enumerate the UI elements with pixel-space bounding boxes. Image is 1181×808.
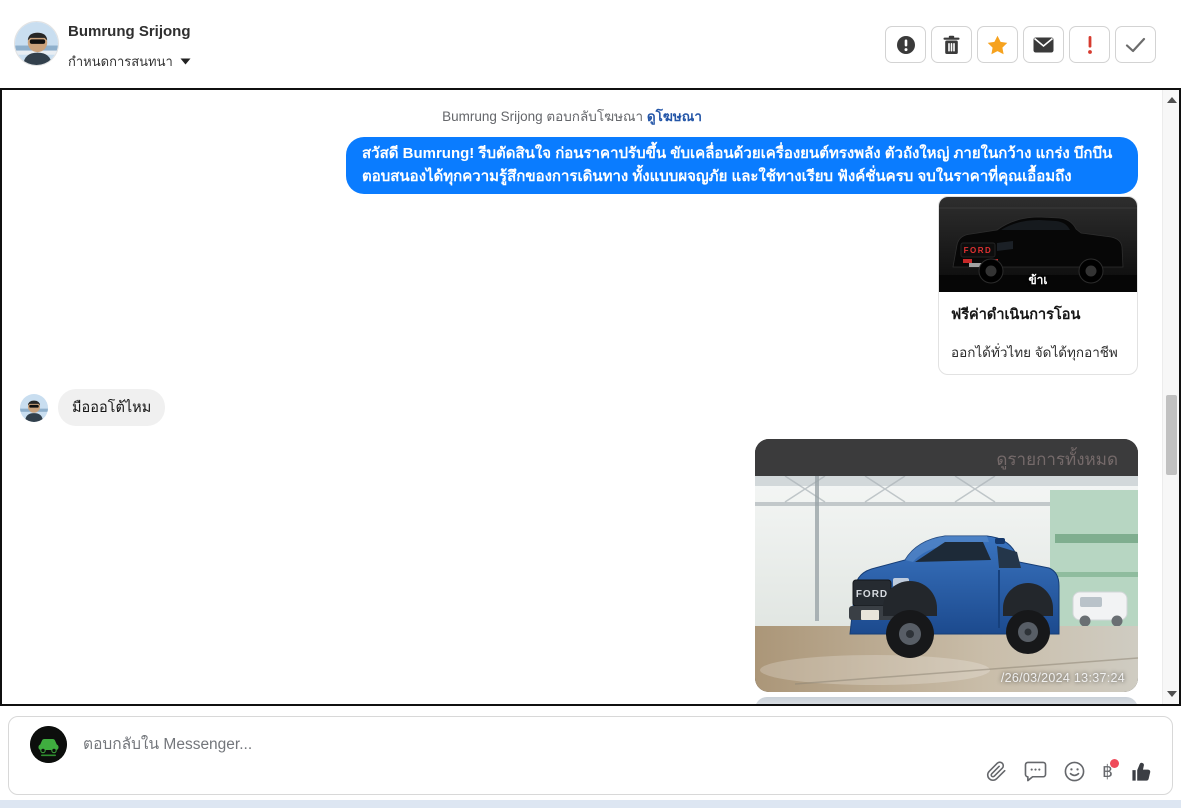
- photo-top-band: ดูรายการทั้งหมด: [755, 439, 1138, 476]
- avatar-photo: [15, 22, 58, 65]
- reply-input[interactable]: [83, 733, 923, 757]
- like-button[interactable]: [1130, 760, 1154, 783]
- notification-dot: [1110, 759, 1119, 768]
- exclamation-icon: [1087, 35, 1092, 54]
- smiley-icon: [1064, 761, 1085, 782]
- message-thread: Bumrung Srijong ตอบกลับโฆษณา ดูโฆษณา สวั…: [0, 88, 1181, 706]
- paperclip-icon: [987, 761, 1006, 782]
- ad-context-text: Bumrung Srijong ตอบกลับโฆษณา: [442, 109, 644, 124]
- contact-name: Bumrung Srijong: [68, 23, 191, 40]
- conversation-actions: [885, 26, 1156, 63]
- chat-scrollbar[interactable]: [1162, 90, 1179, 704]
- conversation-header: Bumrung Srijong กำหนดการสนทนา: [0, 0, 1181, 88]
- exclamation-circle-icon: [896, 35, 915, 54]
- star-icon: [987, 35, 1008, 54]
- blue-truck-image: FORD: [755, 476, 1138, 692]
- thumbs-up-icon: [1132, 762, 1151, 781]
- emoji-button[interactable]: [1064, 761, 1085, 782]
- important-button[interactable]: [1069, 26, 1110, 63]
- attach-button[interactable]: [986, 761, 1007, 782]
- report-button[interactable]: [885, 26, 926, 63]
- photo-truck-brand: FORD: [856, 589, 888, 600]
- delete-button[interactable]: [931, 26, 972, 63]
- conversation-menu-button[interactable]: กำหนดการสนทนา: [68, 51, 191, 72]
- scroll-up-arrow-icon[interactable]: [1167, 97, 1177, 103]
- outgoing-message-bubble: สวัสดี Bumrung! รีบตัดสินใจ ก่อนราคาปรับ…: [346, 137, 1138, 194]
- ad-card-title: ฟรีค่าดำเนินการโอน: [951, 307, 1081, 323]
- card-truck-brand: FORD: [964, 246, 993, 255]
- ad-card-image: FORD ข้าเ: [939, 197, 1137, 292]
- avatar[interactable]: [14, 21, 59, 66]
- composer-toolbar: ฿: [986, 759, 1154, 783]
- ad-context-line: Bumrung Srijong ตอบกลับโฆษณา ดูโฆษณา: [2, 105, 1142, 127]
- saved-replies-button[interactable]: [1024, 761, 1047, 782]
- message-button[interactable]: [1023, 26, 1064, 63]
- conversation-menu-label: กำหนดการสนทนา: [68, 54, 173, 69]
- ad-card-subtitle: ออกได้ทั่วไทย จัดได้ทุกอาชีพ: [951, 345, 1118, 360]
- ad-card-attachment[interactable]: FORD ข้าเ ฟรีค่าดำเนินการโอน ออกได้ทั่วไ…: [938, 196, 1138, 375]
- page-avatar: [30, 726, 67, 763]
- done-button[interactable]: [1115, 26, 1156, 63]
- photo-overlay-text: ดูรายการทั้งหมด: [996, 450, 1118, 469]
- caret-down-icon: [180, 58, 191, 65]
- incoming-message-row: มือออโต้ไหม: [20, 389, 166, 426]
- horizontal-scrollbar-track: [0, 800, 1181, 808]
- trash-icon: [943, 35, 960, 54]
- scrollbar-thumb[interactable]: [1166, 395, 1177, 475]
- next-photo-attachment-partial[interactable]: [755, 697, 1138, 704]
- avatar: [20, 393, 48, 422]
- photo-attachment[interactable]: ดูรายการทั้งหมด FORD /26/03/2024 13:37:2…: [755, 439, 1138, 692]
- envelope-icon: [1033, 37, 1054, 52]
- incoming-message-bubble: มือออโต้ไหม: [58, 389, 166, 426]
- page-logo-car-icon: [30, 726, 67, 763]
- reply-composer: ฿: [8, 716, 1173, 795]
- photo-timestamp: /26/03/2024 13:37:24: [1000, 671, 1125, 685]
- scroll-down-arrow-icon[interactable]: [1167, 691, 1177, 697]
- avatar-photo: [20, 393, 48, 422]
- check-icon: [1125, 37, 1146, 52]
- card-image-watermark: ข้าเ: [1028, 273, 1048, 287]
- favorite-button[interactable]: [977, 26, 1018, 63]
- view-ad-link[interactable]: ดูโฆษณา: [647, 109, 702, 124]
- comment-icon: [1024, 761, 1047, 782]
- payment-button[interactable]: ฿: [1102, 759, 1119, 780]
